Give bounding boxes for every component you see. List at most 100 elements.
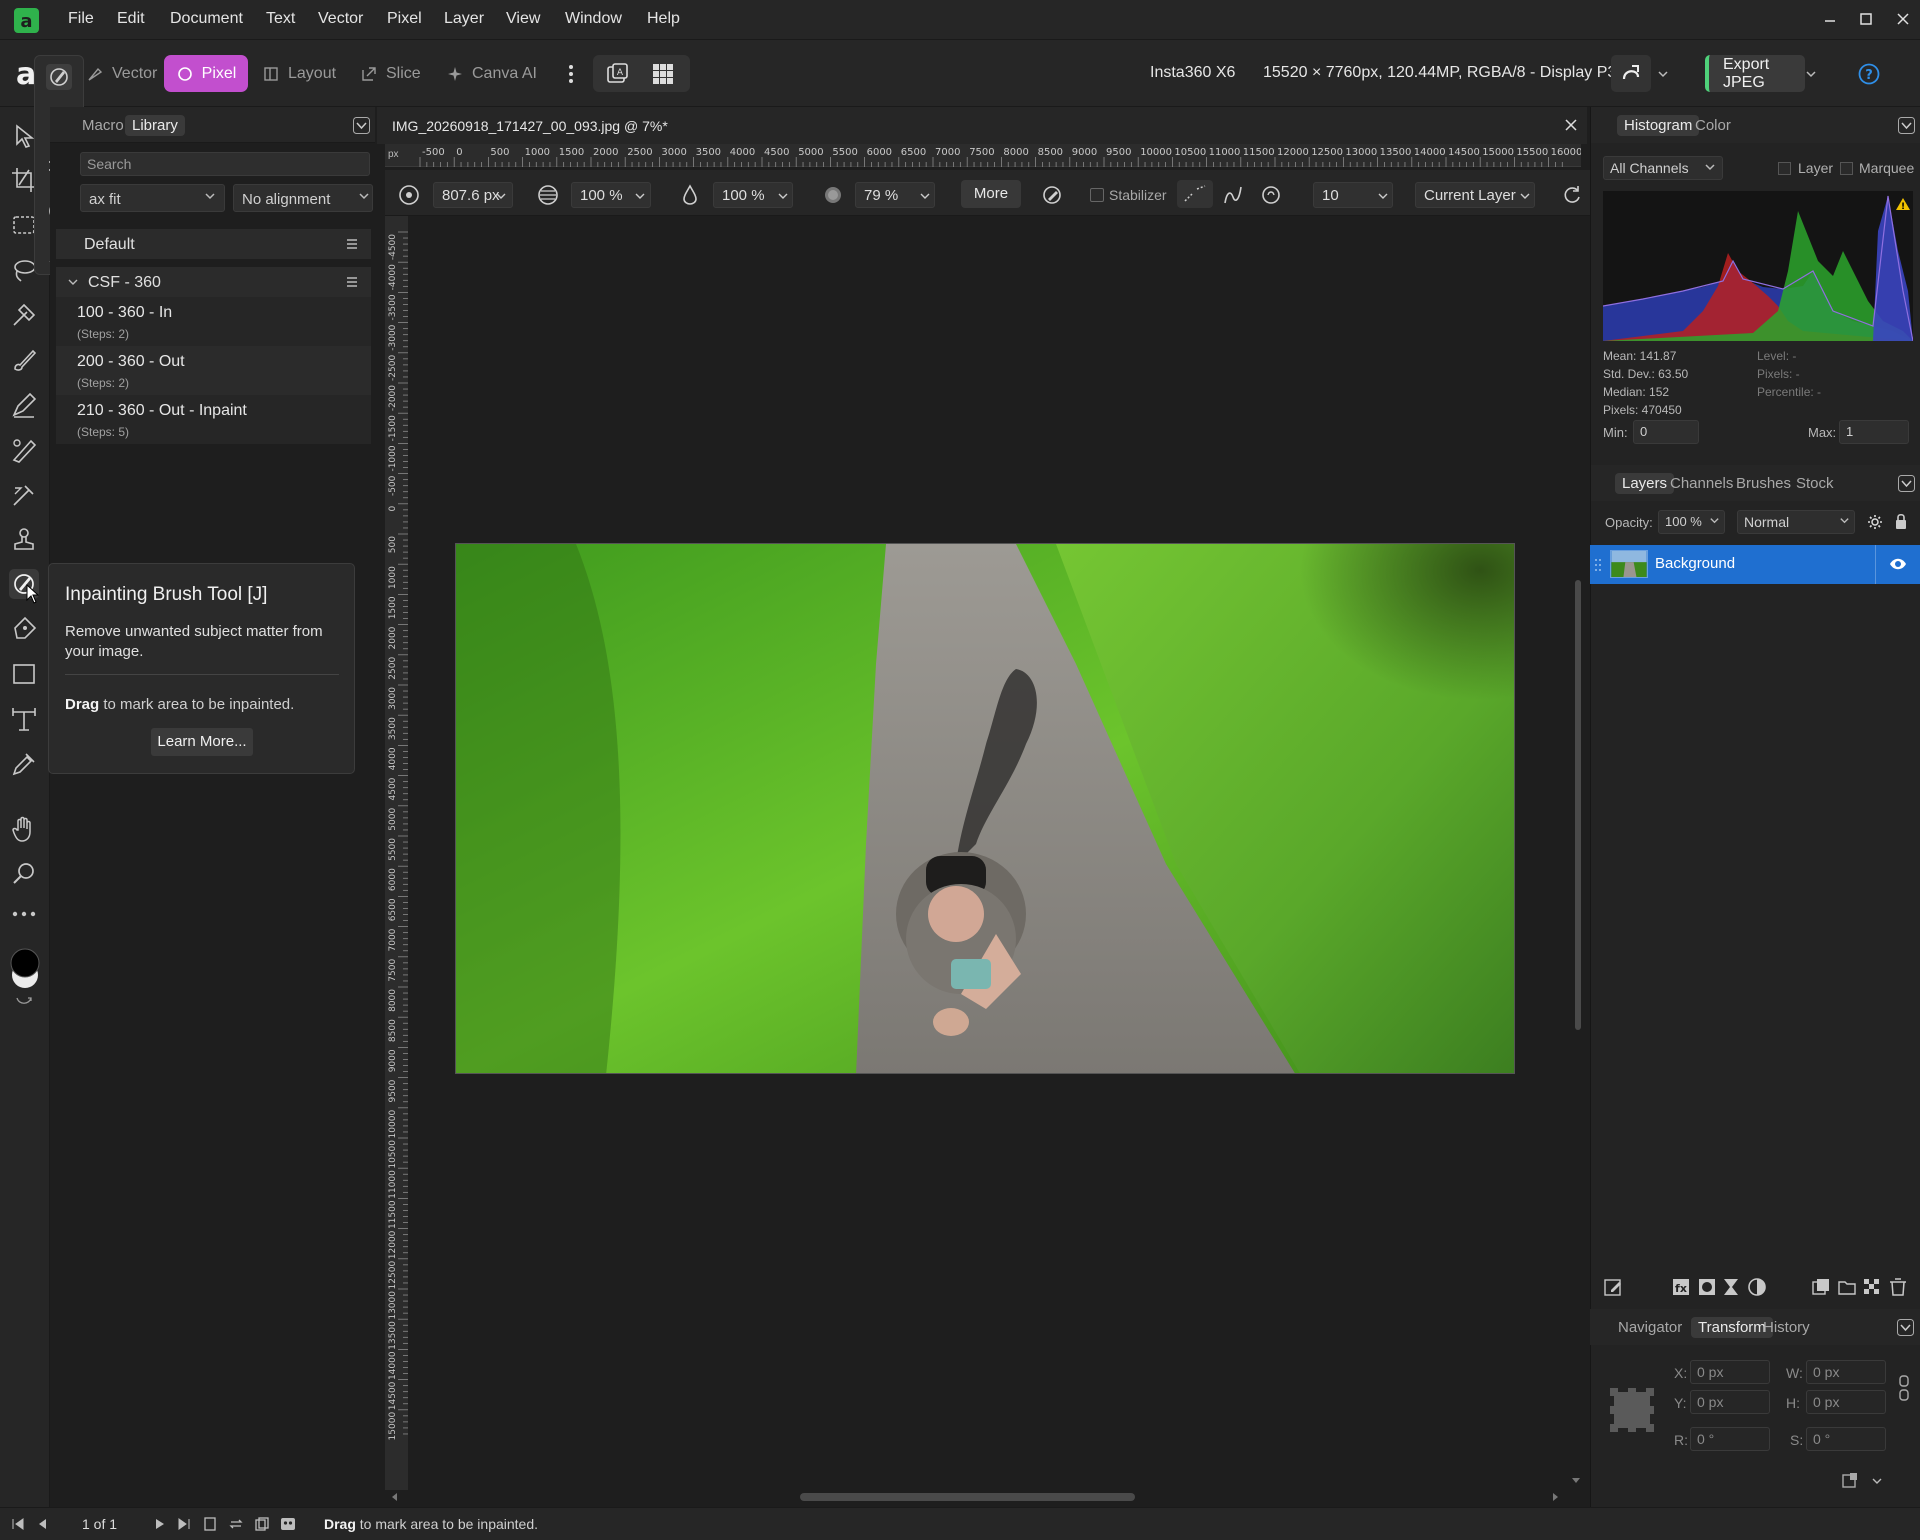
tab-transform[interactable]: Transform [1691, 1317, 1773, 1338]
pen-tool-icon[interactable] [9, 614, 39, 644]
edit-layer-icon[interactable] [1602, 1276, 1624, 1298]
list-menu-icon[interactable] [345, 275, 359, 289]
tab-macro[interactable]: Macro [82, 117, 124, 134]
scroll-right-icon[interactable] [1550, 1492, 1560, 1502]
add-group-icon[interactable] [1836, 1276, 1858, 1298]
chevron-down-icon[interactable] [496, 191, 506, 201]
tab-brushes[interactable]: Brushes [1736, 475, 1791, 492]
persona-canva-ai[interactable]: Canva AI [446, 55, 537, 92]
menu-vector[interactable]: Vector [318, 10, 363, 28]
menu-help[interactable]: Help [647, 10, 680, 28]
affinity-logo-icon[interactable]: a [14, 8, 39, 33]
close-document-icon[interactable] [1564, 118, 1578, 132]
assistant-icon[interactable]: A [605, 62, 629, 86]
loop-icon[interactable] [228, 1516, 244, 1532]
adjustment-icon[interactable] [1746, 1276, 1768, 1298]
menu-window[interactable]: Window [565, 10, 622, 28]
macro-group-default[interactable]: Default [56, 229, 371, 259]
histogram-channel-select[interactable]: All Channels [1603, 156, 1723, 180]
help-icon[interactable]: ? [1858, 63, 1880, 85]
tab-histogram[interactable]: Histogram [1617, 115, 1700, 136]
pixel-tool-icon[interactable] [9, 390, 39, 420]
artistic-text-icon[interactable] [9, 704, 39, 734]
inpainting-brush-icon[interactable] [46, 64, 72, 90]
grid-icon[interactable] [651, 62, 675, 86]
layer-opacity-field[interactable]: 100 % [1658, 510, 1725, 534]
flood-select-icon[interactable] [9, 300, 39, 330]
tab-library[interactable]: Library [125, 115, 185, 136]
library-search-input[interactable]: Search [80, 152, 370, 176]
clone-brush-icon[interactable] [9, 525, 39, 555]
add-pixel-layer-icon[interactable] [1861, 1276, 1883, 1298]
export-dropdown-icon[interactable] [1805, 68, 1817, 80]
source-layer-select[interactable]: Current Layer [1415, 182, 1535, 208]
color-picker-icon[interactable] [9, 749, 39, 779]
tab-layers[interactable]: Layers [1615, 473, 1675, 494]
duplicate-layer-icon[interactable] [1810, 1276, 1832, 1298]
tab-history[interactable]: History [1763, 1319, 1810, 1336]
minimize-icon[interactable] [1819, 8, 1841, 30]
menu-view[interactable]: View [506, 10, 540, 28]
menu-text[interactable]: Text [266, 10, 295, 28]
last-page-icon[interactable] [176, 1516, 192, 1532]
live-filter-icon[interactable] [1720, 1276, 1742, 1298]
color-swatch[interactable] [9, 945, 41, 993]
hint-icon[interactable] [280, 1516, 296, 1532]
menu-file[interactable]: File [68, 10, 94, 28]
chevron-down-icon[interactable] [1872, 1476, 1882, 1486]
macro-item-row[interactable]: 100 - 360 - In (Steps: 2) [56, 297, 371, 346]
panel-menu-icon[interactable] [1897, 1319, 1914, 1336]
view-tool-hand-icon[interactable] [9, 814, 39, 844]
more-tools-icon[interactable] [9, 899, 39, 929]
horizontal-scrollbar[interactable] [800, 1493, 1135, 1501]
rope-mode-button[interactable] [1177, 180, 1213, 208]
layer-checkbox[interactable] [1778, 162, 1791, 175]
panel-menu-icon[interactable] [1898, 117, 1915, 134]
vertical-ruler[interactable]: -4500 -4000 -3500 -3000 -2500 -2000 -1500 -1000… [385, 210, 408, 1490]
snapping-button[interactable] [1611, 55, 1651, 92]
macro-item-row[interactable]: 210 - 360 - Out - Inpaint (Steps: 5) [56, 395, 371, 444]
persona-layout[interactable]: Layout [262, 55, 336, 92]
panel-menu-icon[interactable] [353, 117, 370, 134]
alignment-select[interactable]: No alignment [233, 184, 373, 212]
tab-stock[interactable]: Stock [1796, 475, 1834, 492]
shear-field[interactable]: 0 ° [1806, 1427, 1886, 1451]
fx-icon[interactable]: fx [1670, 1276, 1692, 1298]
reset-icon[interactable] [1560, 183, 1584, 207]
horizontal-ruler[interactable]: px -500 0 500 1000 1500 2000 2500 3000 3500 4000 4… [385, 144, 1581, 167]
panel-menu-icon[interactable] [1898, 475, 1915, 492]
vertical-scrollbar[interactable] [1575, 580, 1581, 1030]
persona-pixel[interactable]: Pixel [164, 55, 248, 92]
page-icon[interactable] [202, 1516, 218, 1532]
chevron-down-icon[interactable] [778, 191, 788, 201]
h-field[interactable]: 0 px [1806, 1390, 1886, 1414]
wet-edges-icon[interactable] [1259, 183, 1283, 207]
layer-settings-gear-icon[interactable] [1867, 514, 1883, 530]
persona-slice[interactable]: Slice [360, 55, 421, 92]
menu-layer[interactable]: Layer [444, 10, 484, 28]
zoom-tool-icon[interactable] [9, 859, 39, 889]
swap-colors-icon[interactable] [14, 994, 34, 1008]
rotation-field[interactable]: 0 ° [1690, 1427, 1770, 1451]
copy-page-icon[interactable] [254, 1516, 270, 1532]
tab-color[interactable]: Color [1695, 117, 1731, 134]
play-icon[interactable] [152, 1516, 168, 1532]
chevron-down-icon[interactable] [920, 191, 930, 201]
chevron-down-icon[interactable] [1378, 191, 1388, 201]
list-menu-icon[interactable] [345, 237, 359, 251]
dodge-brush-icon[interactable] [9, 480, 39, 510]
delete-layer-icon[interactable] [1887, 1276, 1909, 1298]
fit-select[interactable]: ax fit [80, 184, 225, 212]
menu-document[interactable]: Document [170, 10, 243, 28]
visibility-eye-icon[interactable] [1889, 557, 1907, 571]
link-aspect-icon[interactable] [1898, 1374, 1910, 1402]
stabilizer-checkbox[interactable] [1090, 188, 1104, 202]
max-field[interactable]: 1 [1839, 420, 1909, 444]
paint-brush-icon[interactable] [9, 345, 39, 375]
maximize-icon[interactable] [1855, 8, 1877, 30]
more-vertical-icon[interactable] [565, 62, 577, 86]
transform-origin-icon[interactable] [1840, 1470, 1860, 1490]
persona-vector[interactable]: Vector [86, 55, 157, 92]
macro-item-row[interactable]: 200 - 360 - Out (Steps: 2) [56, 346, 371, 395]
w-field[interactable]: 0 px [1806, 1360, 1886, 1384]
